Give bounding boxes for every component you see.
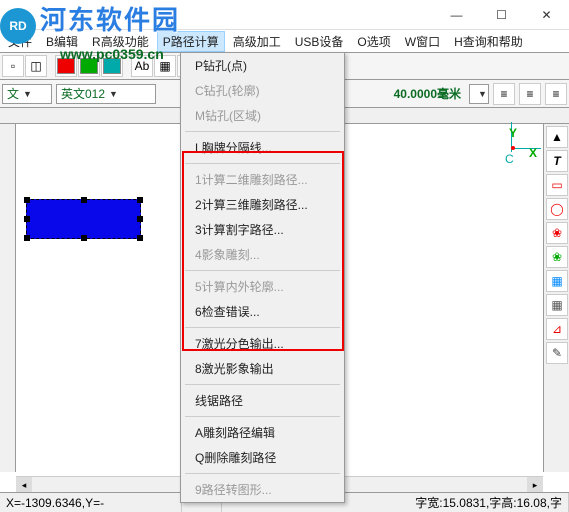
menu-separator [185, 384, 340, 385]
menu-3d-engrave[interactable]: 2计算三维雕刻路径... [181, 192, 344, 217]
tool-flower1[interactable]: ❀ [546, 222, 568, 244]
resize-handle[interactable] [81, 197, 87, 203]
tool-text[interactable]: T [546, 150, 568, 172]
chevron-down-icon: ▼ [23, 89, 32, 99]
menu-separator [185, 416, 340, 417]
menu-check-errors[interactable]: 6检查错误... [181, 299, 344, 324]
path-calc-menu: P钻孔(点) C钻孔(轮廓) M钻孔(区域) L胸牌分隔线... 1计算二维雕刻… [180, 52, 345, 503]
chevron-down-icon: ▼ [478, 89, 487, 99]
menu-edit-path[interactable]: A雕刻路径编辑 [181, 420, 344, 445]
menu-drill-area[interactable]: M钻孔(区域) [181, 103, 344, 128]
menu-usb[interactable]: USB设备 [289, 31, 350, 52]
align-left-button[interactable]: ≡ [493, 83, 515, 105]
tool-grid[interactable]: ▦ [546, 270, 568, 292]
watermark-title: 河东软件园 [40, 5, 180, 35]
menu-delete-path[interactable]: Q删除雕刻路径 [181, 445, 344, 470]
menu-drill-point[interactable]: P钻孔(点) [181, 53, 344, 78]
menu-separator [185, 131, 340, 132]
scroll-right-button[interactable]: ▸ [527, 477, 543, 493]
logo-icon: RD [0, 8, 36, 44]
align-right-icon: ≡ [552, 87, 559, 101]
menu-separator [185, 473, 340, 474]
menu-help[interactable]: H查询和帮助 [448, 31, 529, 52]
resize-handle[interactable] [24, 216, 30, 222]
menu-2d-engrave[interactable]: 1计算二维雕刻路径... [181, 167, 344, 192]
menu-laser-color-output[interactable]: 7激光分色输出... [181, 331, 344, 356]
menu-separator [185, 327, 340, 328]
menu-advanced-process[interactable]: 高级加工 [227, 31, 287, 52]
lang-dropdown[interactable]: 文▼ [2, 84, 52, 104]
menu-in-out-contour[interactable]: 5计算内外轮廓... [181, 274, 344, 299]
menu-window[interactable]: W窗口 [399, 31, 446, 52]
menu-badge-divider[interactable]: L胸牌分隔线... [181, 135, 344, 160]
menu-drill-outline[interactable]: C钻孔(轮廓) [181, 78, 344, 103]
status-font-info: 字宽:15.0831,字高:16.08,字 [409, 493, 569, 512]
selected-object[interactable] [26, 199, 141, 239]
font-dropdown[interactable]: 英文012 ▼ [56, 84, 156, 104]
resize-handle[interactable] [137, 235, 143, 241]
resize-handle[interactable] [24, 197, 30, 203]
close-button[interactable]: ✕ [524, 0, 569, 30]
resize-handle[interactable] [137, 216, 143, 222]
watermark-url: www.pc0359.cn [60, 46, 180, 62]
align-right-button[interactable]: ≡ [545, 83, 567, 105]
menu-laser-image-output[interactable]: 8激光影象输出 [181, 356, 344, 381]
tool-triangle[interactable]: ⊿ [546, 318, 568, 340]
status-coords: X=-1309.6346,Y=- [0, 493, 182, 512]
menu-separator [185, 163, 340, 164]
menu-separator [185, 270, 340, 271]
menu-options[interactable]: O选项 [351, 31, 396, 52]
chevron-down-icon: ▼ [109, 89, 118, 99]
ruler-vertical [0, 124, 16, 472]
axis-label-c: C [505, 152, 514, 166]
axis-label-x: X [529, 146, 537, 160]
menu-image-engrave[interactable]: 4影象雕刻... [181, 242, 344, 267]
axis-label-y: Y [509, 126, 517, 140]
tool-select[interactable]: ▲ [546, 126, 568, 148]
scroll-left-button[interactable]: ◂ [16, 477, 32, 493]
maximize-button[interactable]: ☐ [479, 0, 524, 30]
font-label: 英文012 [61, 85, 105, 102]
tool-pencil[interactable]: ✎ [546, 342, 568, 364]
tool-rect[interactable]: ▭ [546, 174, 568, 196]
resize-handle[interactable] [24, 235, 30, 241]
resize-handle[interactable] [137, 197, 143, 203]
minimize-button[interactable]: — [434, 0, 479, 30]
menu-wire-saw[interactable]: 线锯路径 [181, 388, 344, 413]
lang-label: 文 [7, 85, 19, 102]
align-center-button[interactable]: ≡ [519, 83, 541, 105]
size-dropdown[interactable]: ▼ [469, 84, 489, 104]
tool-grid2[interactable]: ▦ [546, 294, 568, 316]
align-left-icon: ≡ [500, 87, 507, 101]
menu-path-to-shape[interactable]: 9路径转图形... [181, 477, 344, 502]
tool-flower2[interactable]: ❀ [546, 246, 568, 268]
resize-handle[interactable] [81, 235, 87, 241]
align-center-icon: ≡ [526, 87, 533, 101]
right-toolbox: ▲ T ▭ ◯ ❀ ❀ ▦ ▦ ⊿ ✎ [543, 124, 569, 472]
size-value: 40.0000毫米 [390, 85, 465, 102]
tool-circle[interactable]: ◯ [546, 198, 568, 220]
menu-cut-text[interactable]: 3计算割字路径... [181, 217, 344, 242]
